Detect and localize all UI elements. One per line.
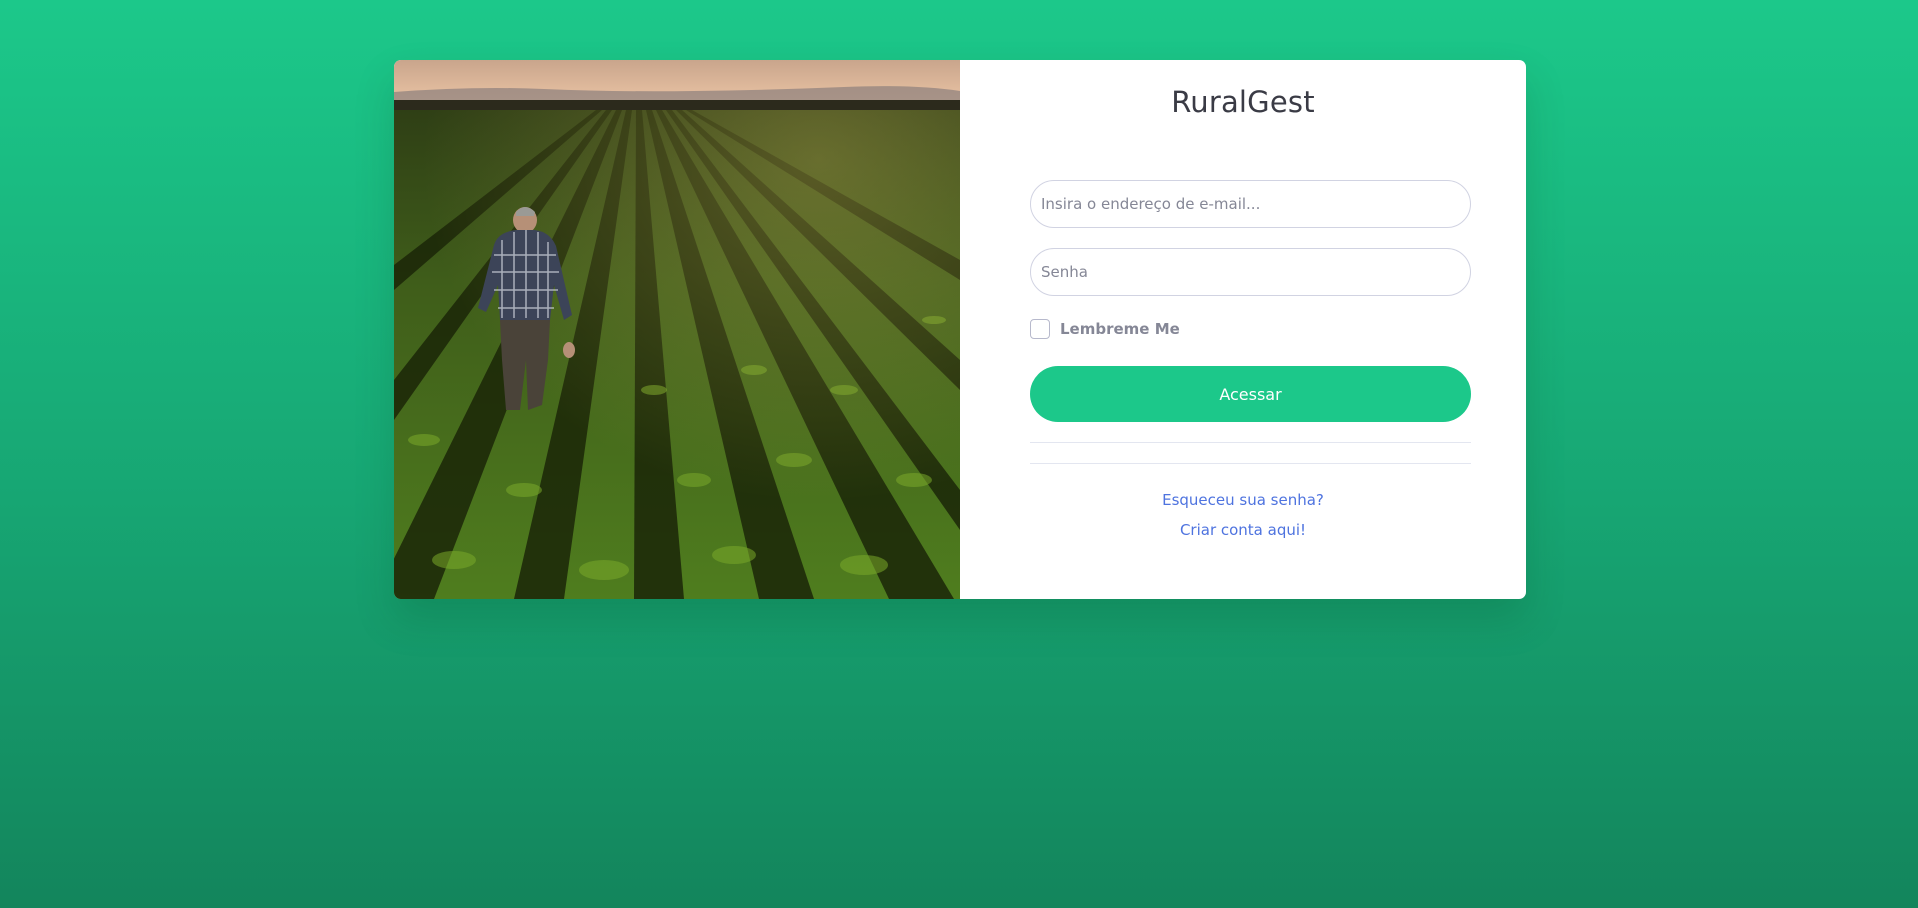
remember-me-label[interactable]: Lembreme Me: [1060, 320, 1180, 338]
divider: [1030, 463, 1471, 464]
login-submit-button[interactable]: Acessar: [1030, 366, 1471, 422]
login-card: RuralGest Lembreme Me Acessar Esqueceu s…: [394, 60, 1526, 599]
login-form-panel: RuralGest Lembreme Me Acessar Esqueceu s…: [960, 60, 1526, 599]
remember-me-checkbox[interactable]: [1030, 319, 1050, 339]
password-input[interactable]: [1030, 248, 1471, 296]
forgot-password-link-container: Esqueceu sua senha?: [960, 490, 1526, 509]
create-account-link[interactable]: Criar conta aqui!: [1180, 521, 1306, 539]
farm-field-image: [394, 60, 960, 599]
remember-me-row: Lembreme Me: [1030, 319, 1180, 339]
create-account-link-container: Criar conta aqui!: [960, 520, 1526, 539]
forgot-password-link[interactable]: Esqueceu sua senha?: [1162, 491, 1324, 509]
email-input[interactable]: [1030, 180, 1471, 228]
brand-title: RuralGest: [1171, 85, 1315, 119]
divider: [1030, 442, 1471, 443]
